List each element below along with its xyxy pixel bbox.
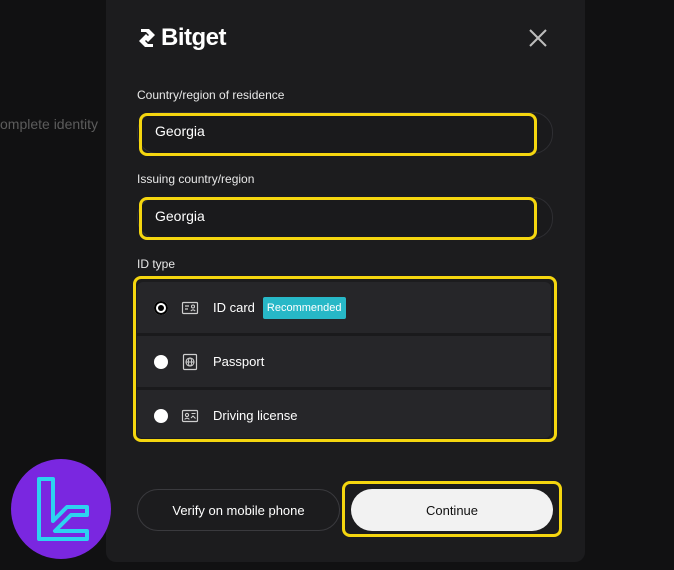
id-type-label: ID type	[137, 257, 176, 271]
id-card-label: ID card	[213, 300, 255, 315]
driving-license-label: Driving license	[213, 408, 298, 423]
background-identity-text: omplete identity	[0, 116, 99, 132]
residence-value: Georgia	[155, 123, 205, 139]
radio-driving-license[interactable]	[154, 408, 168, 423]
id-verification-modal: Bitget Country/region of residence Georg…	[106, 0, 585, 562]
residence-select[interactable]: Georgia	[137, 112, 553, 154]
id-option-id-card[interactable]: ID card Recommended	[137, 282, 551, 333]
recommended-badge: Recommended	[262, 296, 346, 319]
verify-on-mobile-button[interactable]: Verify on mobile phone	[137, 489, 340, 531]
passport-icon	[182, 353, 198, 370]
passport-label: Passport	[213, 354, 265, 369]
issuing-label: Issuing country/region	[137, 172, 255, 186]
id-card-icon	[181, 301, 199, 314]
watermark-logo-icon	[37, 477, 89, 541]
bitget-logo-icon	[139, 29, 155, 47]
bitget-logo: Bitget	[136, 24, 227, 52]
residence-label: Country/region of residence	[137, 88, 285, 102]
continue-button[interactable]: Continue	[351, 489, 553, 531]
watermark-logo	[11, 459, 111, 559]
issuing-select[interactable]: Georgia	[137, 197, 553, 239]
id-option-driving-license[interactable]: Driving license	[137, 390, 551, 438]
page: omplete identity Bitget Country/region o…	[0, 0, 674, 570]
issuing-value: Georgia	[155, 208, 205, 224]
brand-name: Bitget	[161, 24, 227, 51]
id-option-passport[interactable]: Passport	[137, 336, 551, 387]
close-icon[interactable]	[528, 28, 548, 48]
radio-id-card[interactable]	[154, 300, 168, 315]
id-type-options: ID card Recommended Passport Driving lic…	[137, 282, 551, 438]
radio-passport[interactable]	[154, 354, 168, 369]
driving-license-icon	[181, 409, 199, 422]
